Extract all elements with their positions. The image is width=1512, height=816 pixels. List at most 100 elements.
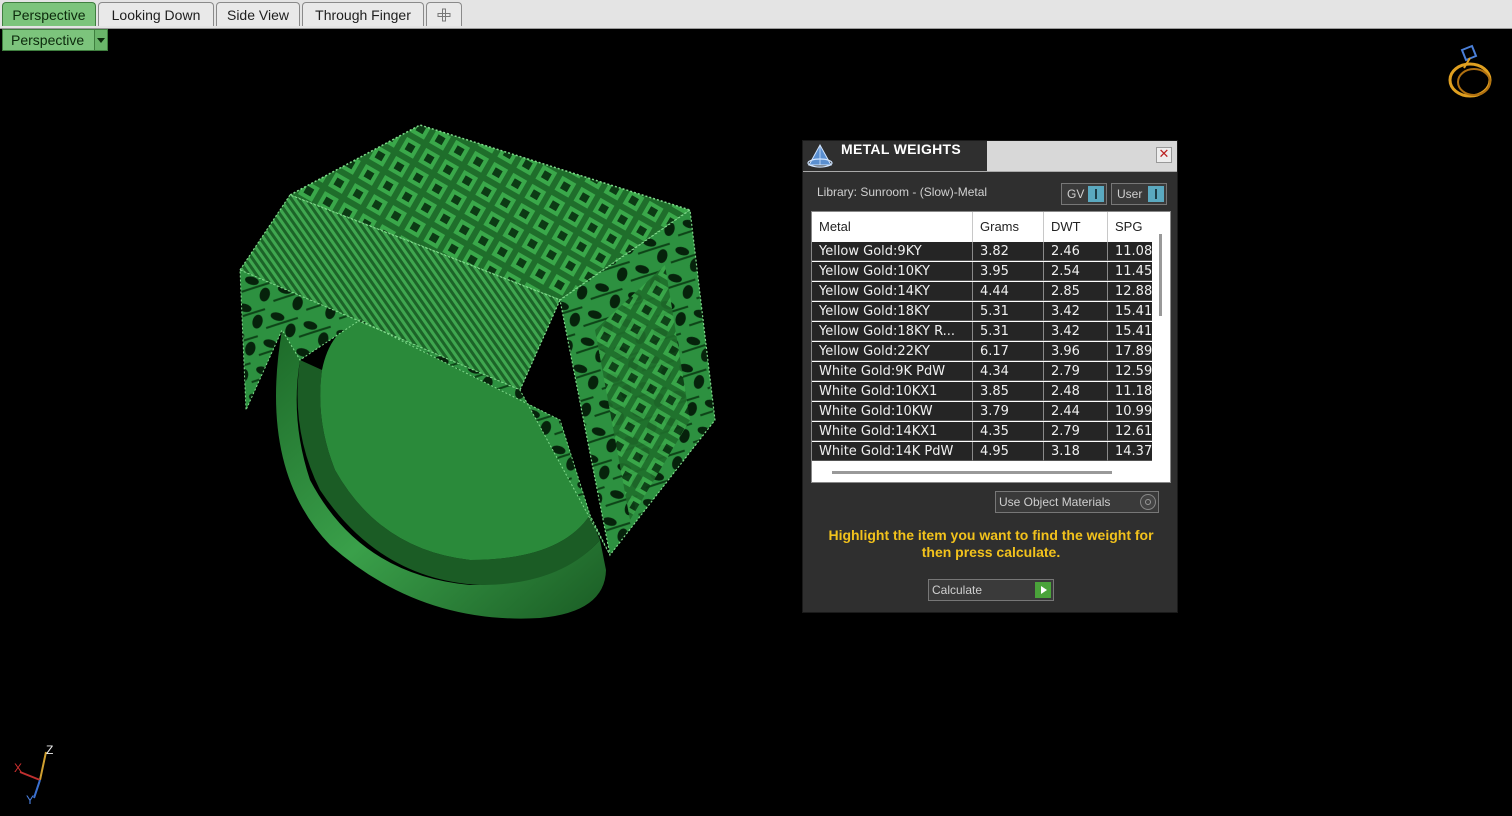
close-button[interactable]: ✕ [1156,147,1172,163]
table-row[interactable]: White Gold:9K PdW 4.34 2.79 12.59 [812,362,1152,382]
grams-cell: 3.79 [973,402,1044,421]
vertical-scrollbar[interactable] [1159,234,1162,316]
dwt-cell: 3.18 [1044,442,1108,461]
grams-cell: 4.35 [973,422,1044,441]
tab-side-view[interactable]: Side View [216,2,300,26]
table-row[interactable]: Yellow Gold:22KY 6.17 3.96 17.89 [812,342,1152,362]
grams-cell: 5.31 [973,302,1044,321]
dwt-cell: 3.42 [1044,322,1108,341]
library-label: Library: Sunroom - (Slow)-Metal [817,185,988,199]
spg-cell: 10.99 [1108,402,1152,421]
dwt-cell: 2.79 [1044,362,1108,381]
ring-view-gizmo-icon[interactable] [1446,44,1498,102]
toggle-knob-icon [1148,186,1164,202]
tab-looking-down[interactable]: Looking Down [98,2,214,26]
dwt-cell: 2.48 [1044,382,1108,401]
horizontal-scrollbar[interactable] [832,471,1112,474]
spg-cell: 11.45 [1108,262,1152,281]
table-header: Metal Grams DWT SPG [812,212,1152,242]
spg-cell: 12.59 [1108,362,1152,381]
metal-cell: Yellow Gold:9KY [812,242,973,261]
tab-through-finger[interactable]: Through Finger [302,2,424,26]
metal-cell: White Gold:10KW [812,402,973,421]
spg-cell: 14.37 [1108,442,1152,461]
table-row[interactable]: White Gold:14KX1 4.35 2.79 12.61 [812,422,1152,442]
toggle-knob-icon [1088,186,1104,202]
metal-cell: White Gold:14K PdW [812,442,973,461]
grams-cell: 3.82 [973,242,1044,261]
use-object-materials-toggle[interactable]: Use Object Materials [995,491,1159,513]
table-row[interactable]: Yellow Gold:14KY 4.44 2.85 12.88 [812,282,1152,302]
app-logo-icon [807,143,833,168]
calculate-button[interactable]: Calculate [928,579,1054,601]
ring-model-viewport[interactable] [0,52,790,692]
user-label: User [1117,187,1143,201]
grams-cell: 4.44 [973,282,1044,301]
grams-cell: 3.85 [973,382,1044,401]
panel-title-area: METAL WEIGHTS [803,141,987,171]
column-header-spg[interactable]: SPG [1108,212,1152,242]
dwt-cell: 2.79 [1044,422,1108,441]
axis-z-label: Z [46,743,53,757]
view-selector-label: Perspective [11,32,85,48]
axis-indicator-icon: Z X Y [14,743,53,807]
metal-cell: Yellow Gold:10KY [812,262,973,281]
table-row[interactable]: Yellow Gold:10KY 3.95 2.54 11.45 [812,262,1152,282]
gv-toggle[interactable]: GV [1061,183,1107,205]
column-header-metal[interactable]: Metal [812,212,973,242]
metal-cell: Yellow Gold:22KY [812,342,973,361]
ring-band [276,320,606,619]
grams-cell: 4.95 [973,442,1044,461]
grams-cell: 4.34 [973,362,1044,381]
view-tab-strip: Perspective Looking Down Side View Throu… [0,0,1512,29]
table-row[interactable]: Yellow Gold:9KY 3.82 2.46 11.08 [812,242,1152,262]
spg-cell: 12.88 [1108,282,1152,301]
play-arrow-icon [1035,582,1051,598]
table-row[interactable]: Yellow Gold:18KY 5.31 3.42 15.41 [812,302,1152,322]
spg-cell: 12.61 [1108,422,1152,441]
table-row[interactable]: White Gold:14K PdW 4.95 3.18 14.37 [812,442,1152,462]
metal-cell: Yellow Gold:18KY [812,302,973,321]
panel-titlebar[interactable]: METAL WEIGHTS ✕ [803,141,1177,172]
grams-cell: 3.95 [973,262,1044,281]
metal-cell: White Gold:9K PdW [812,362,973,381]
spg-cell: 11.18 [1108,382,1152,401]
add-tab-button[interactable] [426,2,462,26]
axis-y-label: Y [26,793,34,807]
user-toggle[interactable]: User [1111,183,1167,205]
metal-cell: Yellow Gold:14KY [812,282,973,301]
tab-perspective[interactable]: Perspective [2,2,96,26]
panel-title: METAL WEIGHTS [841,141,962,157]
table-body: Yellow Gold:9KY 3.82 2.46 11.08 Yellow G… [812,242,1152,462]
table-row[interactable]: Yellow Gold:18KY R... 5.31 3.42 15.41 [812,322,1152,342]
use-object-materials-label: Use Object Materials [999,495,1111,509]
dwt-cell: 2.46 [1044,242,1108,261]
grams-cell: 6.17 [973,342,1044,361]
table-row[interactable]: White Gold:10KX1 3.85 2.48 11.18 [812,382,1152,402]
metal-cell: White Gold:14KX1 [812,422,973,441]
axis-x-label: X [14,761,22,775]
spg-cell: 15.41 [1108,302,1152,321]
chevron-down-icon[interactable] [94,30,107,50]
view-selector[interactable]: Perspective [2,29,108,51]
metal-weights-panel: METAL WEIGHTS ✕ Library: Sunroom - (Slow… [802,140,1178,613]
dwt-cell: 2.54 [1044,262,1108,281]
metal-cell: White Gold:10KX1 [812,382,973,401]
grams-cell: 5.31 [973,322,1044,341]
spg-cell: 17.89 [1108,342,1152,361]
dwt-cell: 2.85 [1044,282,1108,301]
dwt-cell: 3.42 [1044,302,1108,321]
close-icon: ✕ [1158,147,1170,162]
spg-cell: 11.08 [1108,242,1152,261]
column-header-grams[interactable]: Grams [973,212,1044,242]
radio-icon [1140,494,1156,510]
spg-cell: 15.41 [1108,322,1152,341]
column-header-dwt[interactable]: DWT [1044,212,1108,242]
table-row[interactable]: White Gold:10KW 3.79 2.44 10.99 [812,402,1152,422]
metal-weights-table: Metal Grams DWT SPG Yellow Gold:9KY 3.82… [811,211,1171,483]
add-tab-icon [437,8,451,22]
instruction-text: Highlight the item you want to find the … [828,527,1154,560]
dwt-cell: 2.44 [1044,402,1108,421]
calculate-label: Calculate [932,583,983,597]
dwt-cell: 3.96 [1044,342,1108,361]
